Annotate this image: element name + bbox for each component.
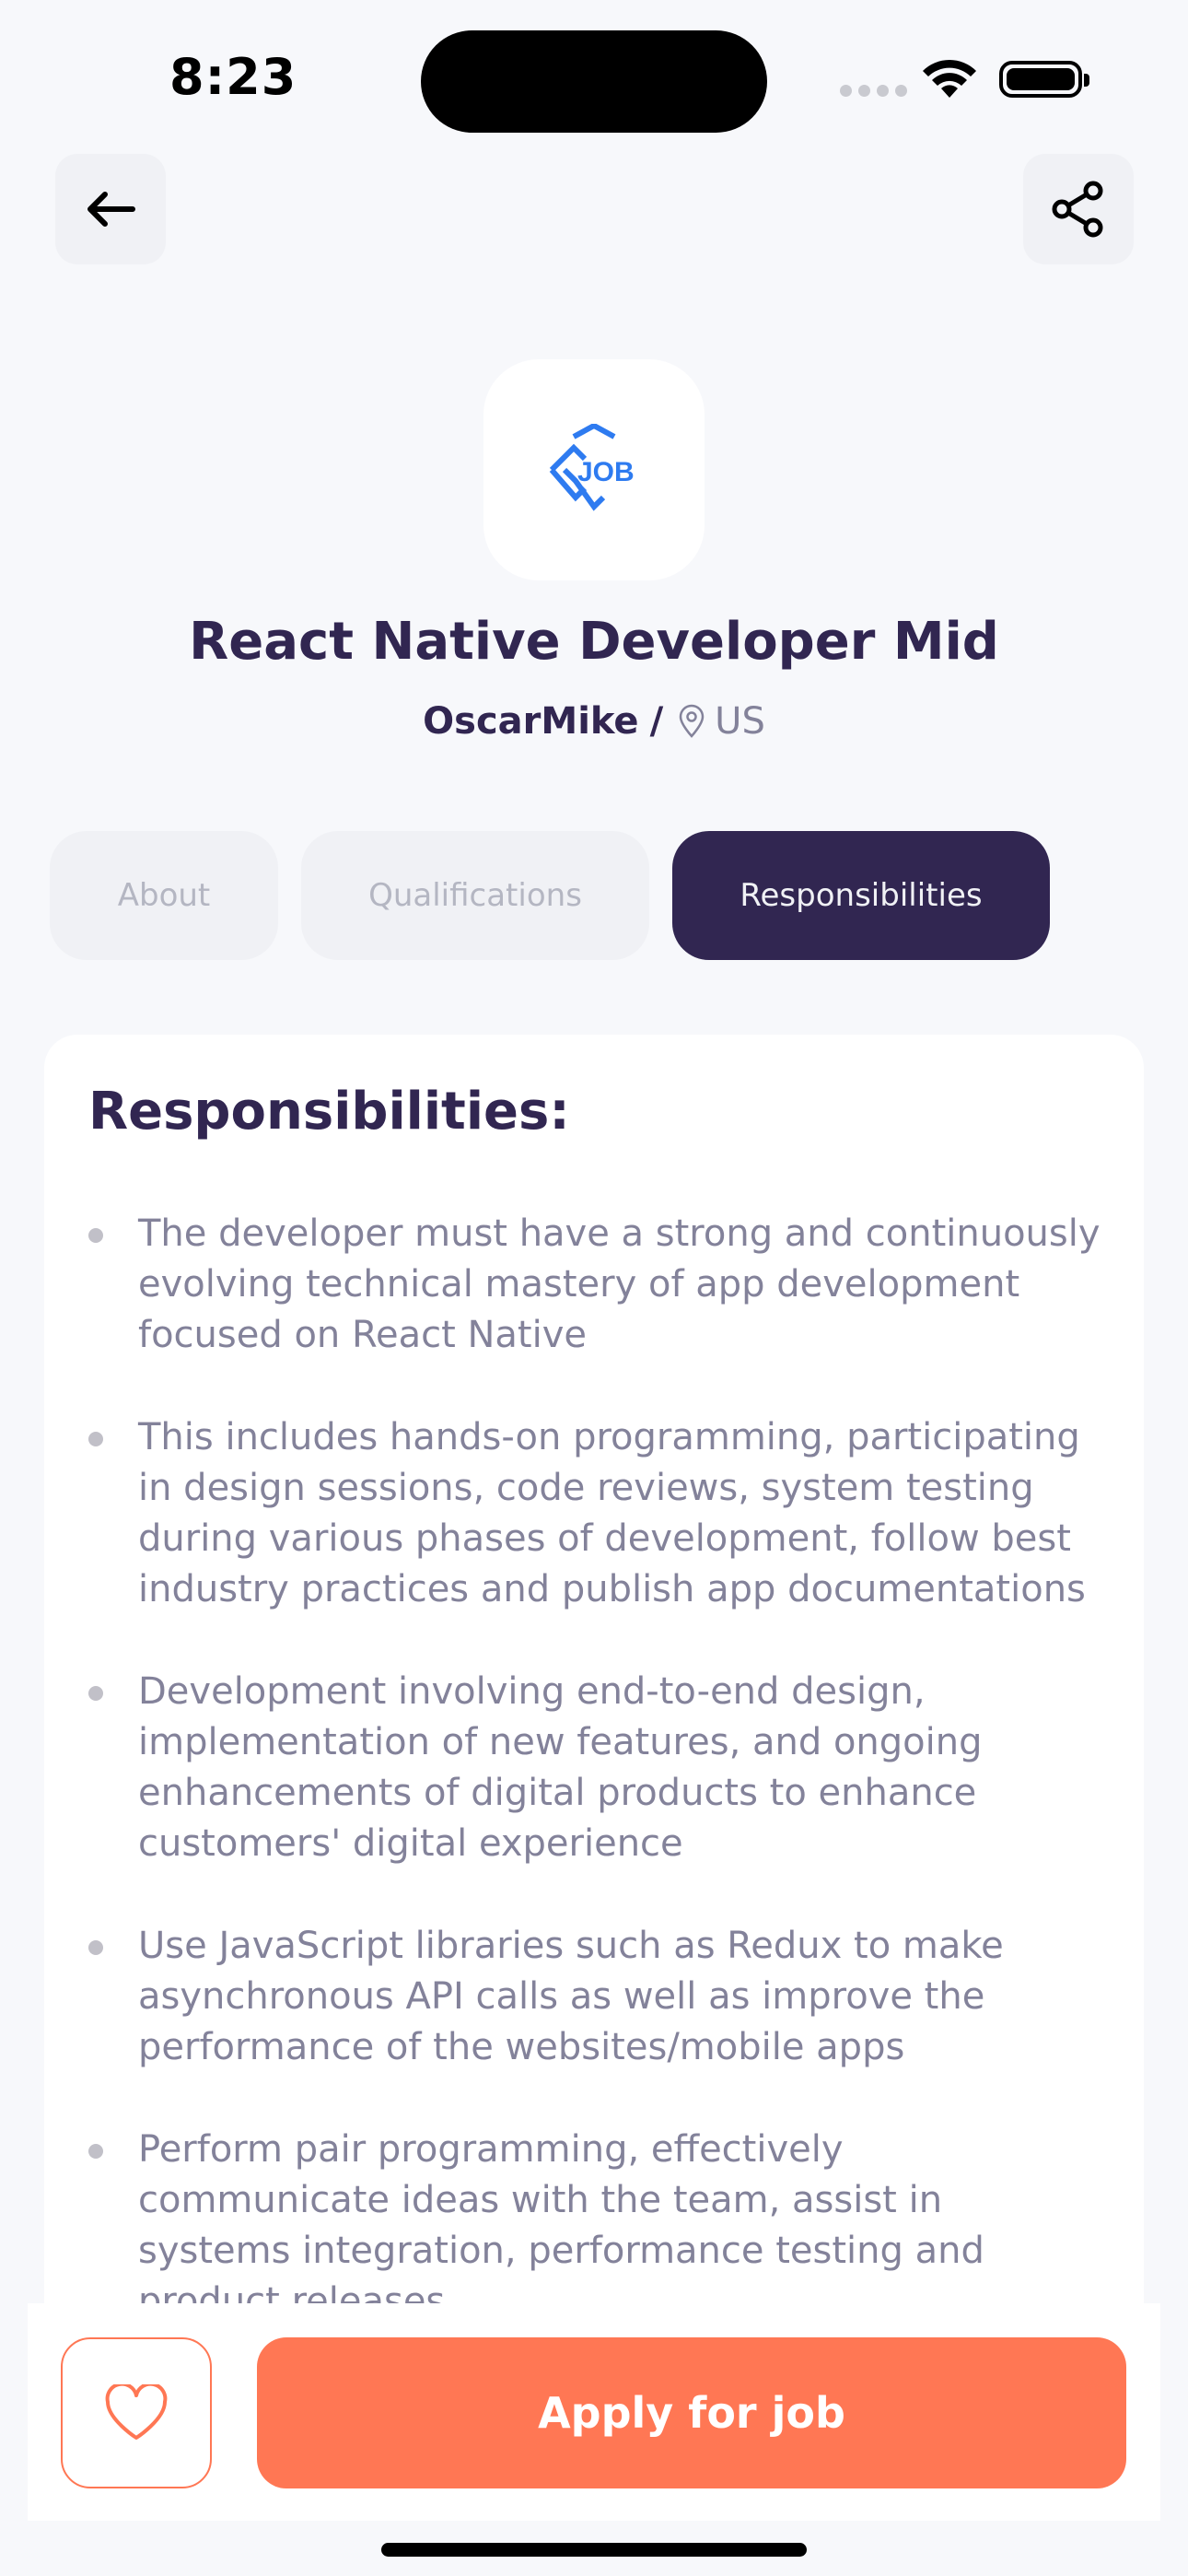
company-name: OscarMike (423, 700, 639, 743)
back-button[interactable] (55, 154, 166, 264)
bullet-icon (88, 1228, 103, 1243)
heart-icon (105, 2384, 168, 2440)
company-logo: JOB (483, 359, 705, 580)
list-item: Development involving end-to-end design,… (88, 1667, 1101, 1869)
responsibilities-list: The developer must have a strong and con… (88, 1209, 1101, 2379)
wifi-icon (919, 55, 980, 105)
list-item: The developer must have a strong and con… (88, 1209, 1101, 1361)
tab-about[interactable]: About (50, 831, 278, 960)
tab-responsibilities[interactable]: Responsibilities (672, 831, 1050, 960)
svg-text:JOB: JOB (577, 457, 635, 487)
home-indicator[interactable] (381, 2543, 807, 2557)
bullet-icon (88, 1686, 103, 1701)
list-item: Perform pair programming, effectively co… (88, 2125, 1101, 2327)
share-icon (1052, 181, 1103, 238)
bullet-icon (88, 1940, 103, 1955)
separator: / (649, 700, 664, 743)
like-button[interactable] (61, 2337, 212, 2488)
job-location: US (715, 700, 765, 743)
company-info-row: OscarMike / US (0, 700, 1188, 743)
status-time: 8:23 (169, 48, 297, 106)
tab-qualifications[interactable]: Qualifications (301, 831, 649, 960)
list-item: This includes hands-on programming, part… (88, 1412, 1101, 1615)
arrow-left-icon (87, 192, 135, 227)
dynamic-island (421, 30, 767, 133)
battery-icon (999, 61, 1089, 98)
job-title: React Native Developer Mid (189, 612, 999, 672)
apply-button[interactable]: Apply for job (257, 2337, 1126, 2488)
cellular-signal-icon (840, 85, 907, 97)
location-pin-icon (678, 704, 705, 739)
bullet-icon (88, 2144, 103, 2159)
share-button[interactable] (1023, 154, 1134, 264)
list-item: Use JavaScript libraries such as Redux t… (88, 1921, 1101, 2073)
section-title: Responsibilities: (88, 1082, 570, 1142)
bullet-icon (88, 1432, 103, 1446)
